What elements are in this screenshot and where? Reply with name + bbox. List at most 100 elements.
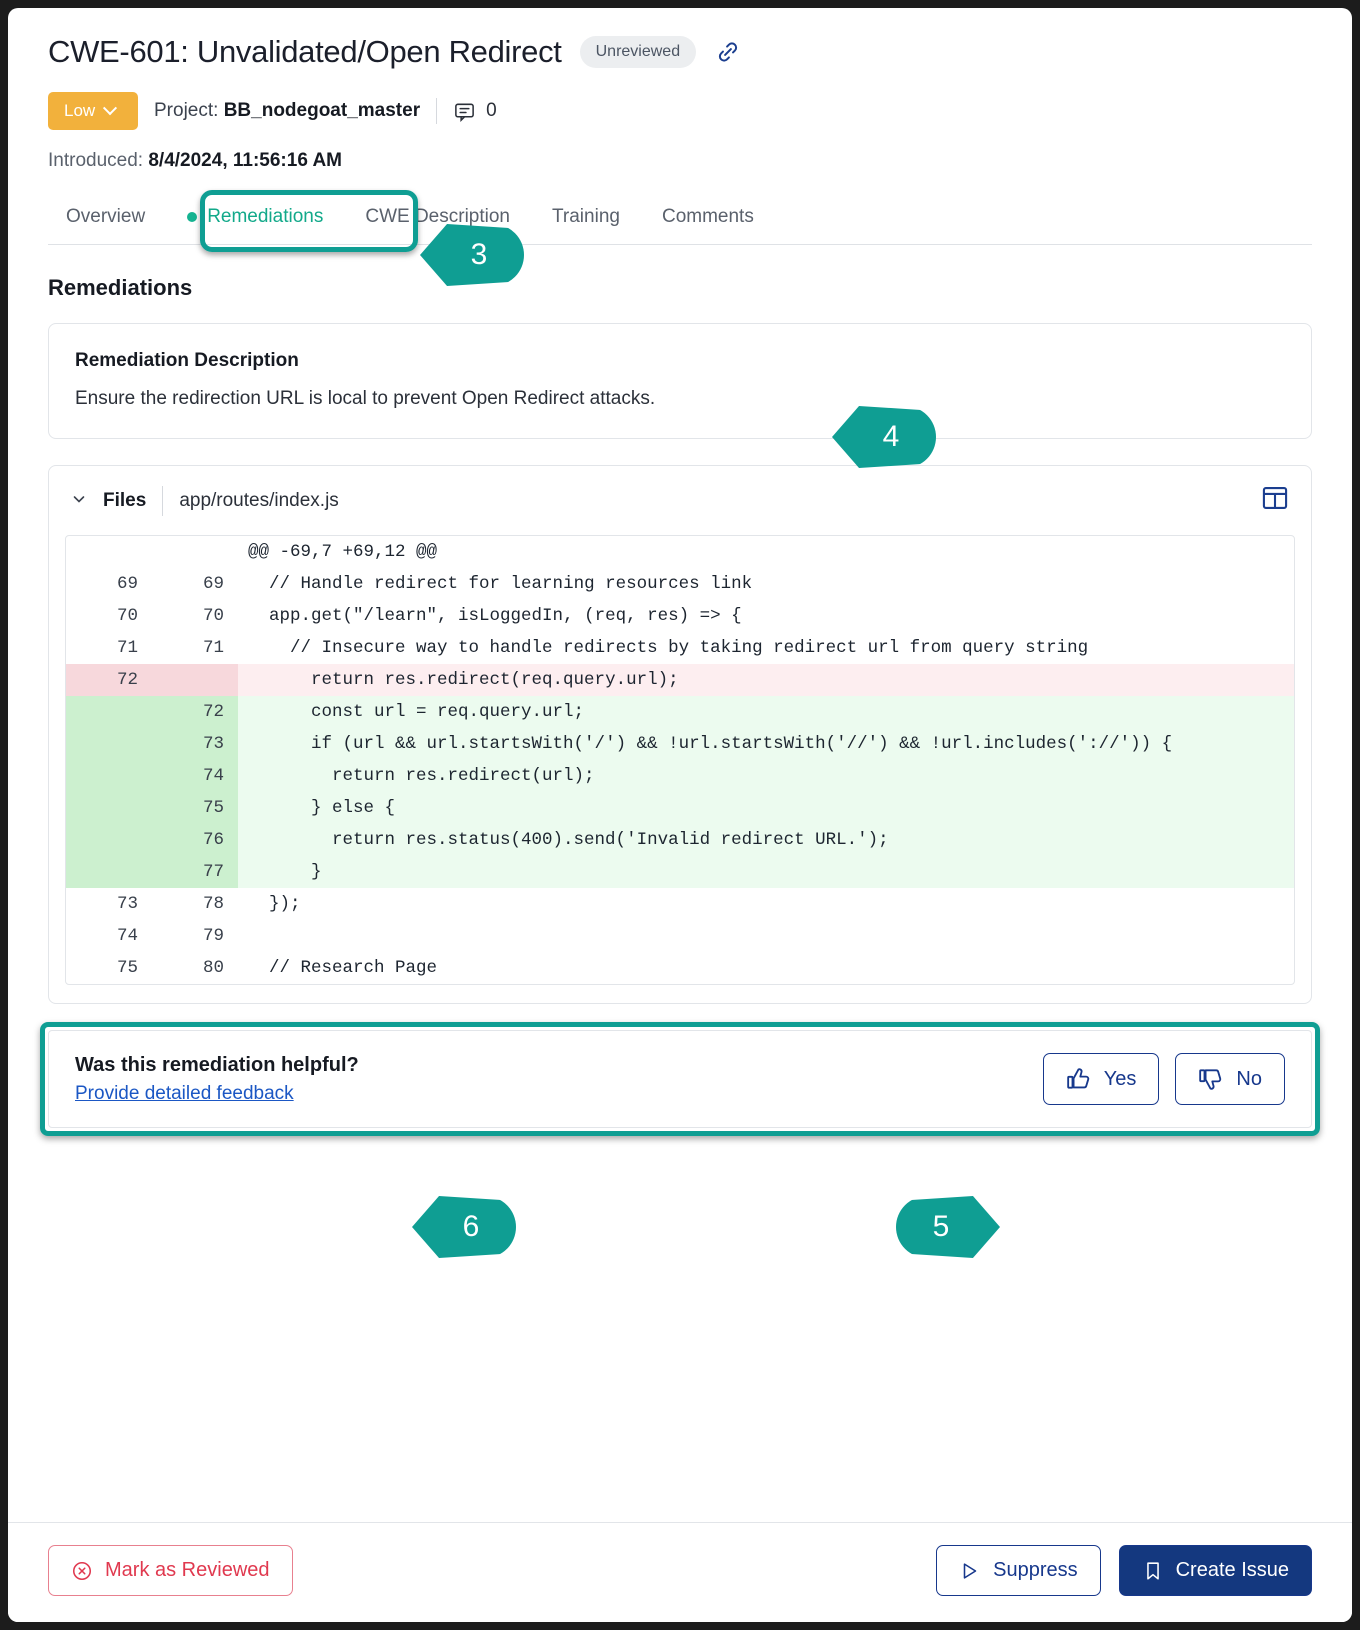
feedback-yes-button[interactable]: Yes xyxy=(1043,1053,1160,1105)
chevron-down-icon xyxy=(103,101,117,115)
severity-label: Low xyxy=(64,101,95,121)
introduced-row: Introduced: 8/4/2024, 11:56:16 AM xyxy=(48,150,1312,172)
tab-comments[interactable]: Comments xyxy=(644,196,772,244)
diff-gutter-new: 76 xyxy=(152,824,238,856)
thumbs-down-icon xyxy=(1198,1066,1224,1092)
severity-dropdown[interactable]: Low xyxy=(48,92,138,130)
diff-gutter-old: 70 xyxy=(66,600,152,632)
diff-gutter-new: 77 xyxy=(152,856,238,888)
tab-cwe-description-label: CWE Description xyxy=(365,206,510,228)
diff-code-added: } else { xyxy=(238,792,1294,824)
table-row: 74 79 xyxy=(66,920,1294,952)
tab-cwe-description[interactable]: CWE Description xyxy=(347,196,528,244)
status-badge: Unreviewed xyxy=(580,36,696,68)
table-row: 72 return res.redirect(req.query.url); xyxy=(66,664,1294,696)
diff-code xyxy=(238,920,1294,952)
project-name: BB_nodegoat_master xyxy=(224,100,420,121)
footer-actions: Suppress Create Issue xyxy=(936,1545,1312,1596)
diff-gutter-old xyxy=(66,792,152,824)
tab-training[interactable]: Training xyxy=(534,196,638,244)
feedback-no-button[interactable]: No xyxy=(1175,1053,1285,1105)
active-dot-icon xyxy=(187,212,197,222)
diff-gutter-old: 72 xyxy=(66,664,152,696)
tab-overview-label: Overview xyxy=(66,206,145,228)
detailed-feedback-link[interactable]: Provide detailed feedback xyxy=(75,1083,294,1105)
remediation-description-card: Remediation Description Ensure the redir… xyxy=(48,323,1312,439)
comment-count-value: 0 xyxy=(486,100,497,122)
feedback-section: Was this remediation helpful? Provide de… xyxy=(48,1030,1312,1128)
table-row: 75 80 // Research Page xyxy=(66,952,1294,984)
feedback-buttons: Yes No xyxy=(1043,1053,1285,1105)
section-title: Remediations xyxy=(48,275,1312,301)
tab-remediations[interactable]: Remediations xyxy=(169,196,341,244)
link-icon[interactable] xyxy=(714,38,742,66)
page-header: CWE-601: Unvalidated/Open Redirect Unrev… xyxy=(8,8,1352,245)
table-row: 73 78 }); xyxy=(66,888,1294,920)
create-issue-label: Create Issue xyxy=(1176,1559,1289,1582)
circle-x-icon xyxy=(71,1560,93,1582)
project-prefix: Project: xyxy=(154,100,218,121)
thumbs-up-icon xyxy=(1066,1066,1092,1092)
diff-code-added: const url = req.query.url; xyxy=(238,696,1294,728)
divider xyxy=(436,98,437,124)
main-content: Remediations Remediation Description Ens… xyxy=(8,245,1352,1522)
diff-code-added: return res.status(400).send('Invalid red… xyxy=(238,824,1294,856)
split-view-icon[interactable] xyxy=(1261,484,1289,517)
diff-gutter-new: 75 xyxy=(152,792,238,824)
tab-comments-label: Comments xyxy=(662,206,754,228)
diff-code-added: } xyxy=(238,856,1294,888)
files-label: Files xyxy=(103,490,146,512)
diff-code-added: if (url && url.startsWith('/') && !url.s… xyxy=(238,728,1294,760)
table-row: 75 } else { xyxy=(66,792,1294,824)
tab-training-label: Training xyxy=(552,206,620,228)
tab-remediations-label: Remediations xyxy=(207,206,323,228)
table-row: 69 69 // Handle redirect for learning re… xyxy=(66,568,1294,600)
diff-code: app.get("/learn", isLoggedIn, (req, res)… xyxy=(238,600,1294,632)
table-row: 71 71 // Insecure way to handle redirect… xyxy=(66,632,1294,664)
feedback-no-label: No xyxy=(1236,1068,1262,1091)
introduced-label: Introduced: xyxy=(48,150,143,171)
diff-code: // Handle redirect for learning resource… xyxy=(238,568,1294,600)
suppress-label: Suppress xyxy=(993,1559,1078,1582)
remediation-description-heading: Remediation Description xyxy=(75,350,1285,372)
mark-as-reviewed-button[interactable]: Mark as Reviewed xyxy=(48,1545,293,1596)
diff-gutter-new: 78 xyxy=(152,888,238,920)
mark-as-reviewed-label: Mark as Reviewed xyxy=(105,1559,270,1582)
diff-gutter-old: 73 xyxy=(66,888,152,920)
diff-gutter-old: 71 xyxy=(66,632,152,664)
table-row: 77 } xyxy=(66,856,1294,888)
feedback-text-block: Was this remediation helpful? Provide de… xyxy=(75,1054,359,1105)
file-path: app/routes/index.js xyxy=(179,490,339,512)
diff-gutter-new: 70 xyxy=(152,600,238,632)
diff-code-added: return res.redirect(url); xyxy=(238,760,1294,792)
table-row: 72 const url = req.query.url; xyxy=(66,696,1294,728)
diff-gutter-old: 69 xyxy=(66,568,152,600)
diff-gutter-old: 75 xyxy=(66,952,152,984)
diff-gutter-old xyxy=(66,856,152,888)
chevron-down-icon[interactable] xyxy=(71,491,87,511)
diff-gutter-new: 74 xyxy=(152,760,238,792)
table-row: 74 return res.redirect(url); xyxy=(66,760,1294,792)
diff-code: // Insecure way to handle redirects by t… xyxy=(238,632,1294,664)
create-issue-button[interactable]: Create Issue xyxy=(1119,1545,1312,1596)
comment-count[interactable]: 0 xyxy=(453,100,497,123)
diff-gutter-old: 74 xyxy=(66,920,152,952)
table-row: 70 70 app.get("/learn", isLoggedIn, (req… xyxy=(66,600,1294,632)
divider xyxy=(162,486,163,516)
code-diff: @@ -69,7 +69,12 @@ 69 69 // Handle redir… xyxy=(65,535,1295,985)
play-outline-icon xyxy=(959,1560,981,1582)
tab-bar: Overview Remediations CWE Description Tr… xyxy=(48,196,1312,244)
diff-gutter-new: 72 xyxy=(152,696,238,728)
tab-overview[interactable]: Overview xyxy=(48,196,163,244)
files-header: Files app/routes/index.js xyxy=(49,466,1311,531)
title-row: CWE-601: Unvalidated/Open Redirect Unrev… xyxy=(48,34,1312,70)
diff-gutter-new xyxy=(152,536,238,568)
suppress-button[interactable]: Suppress xyxy=(936,1545,1101,1596)
feedback-question: Was this remediation helpful? xyxy=(75,1054,359,1077)
diff-gutter-old xyxy=(66,696,152,728)
diff-code: // Research Page xyxy=(238,952,1294,984)
diff-gutter-old xyxy=(66,728,152,760)
table-row: 73 if (url && url.startsWith('/') && !ur… xyxy=(66,728,1294,760)
diff-row-hunk: @@ -69,7 +69,12 @@ xyxy=(66,536,1294,568)
remediation-description-text: Ensure the redirection URL is local to p… xyxy=(75,388,1285,410)
